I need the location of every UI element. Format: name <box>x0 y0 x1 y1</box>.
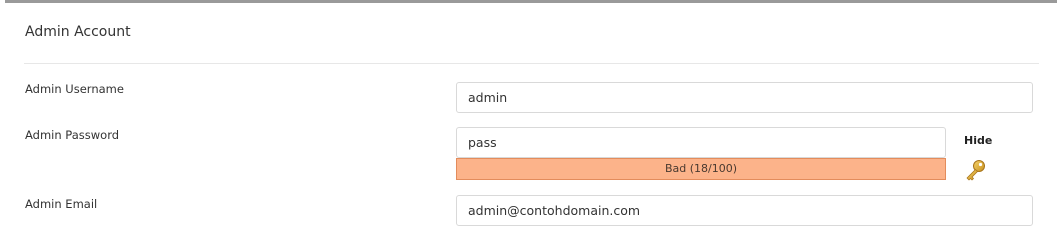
password-strength-text: Bad (18/100) <box>664 162 738 175</box>
key-icon[interactable] <box>964 159 988 181</box>
admin-password-label: Admin Password <box>25 128 120 142</box>
admin-account-panel: Admin Account Admin Username admin Admin… <box>5 0 1057 245</box>
admin-username-input[interactable]: admin <box>456 82 1033 113</box>
hide-password-toggle[interactable]: Hide <box>964 134 992 147</box>
admin-email-input[interactable]: admin@contohdomain.com <box>456 195 1033 226</box>
section-divider <box>24 63 1039 64</box>
section-title: Admin Account <box>25 24 131 40</box>
admin-password-input[interactable]: pass <box>456 127 946 158</box>
admin-email-label: Admin Email <box>25 197 98 211</box>
password-strength-meter: Bad (18/100) <box>456 158 946 180</box>
admin-username-label: Admin Username <box>25 82 124 96</box>
